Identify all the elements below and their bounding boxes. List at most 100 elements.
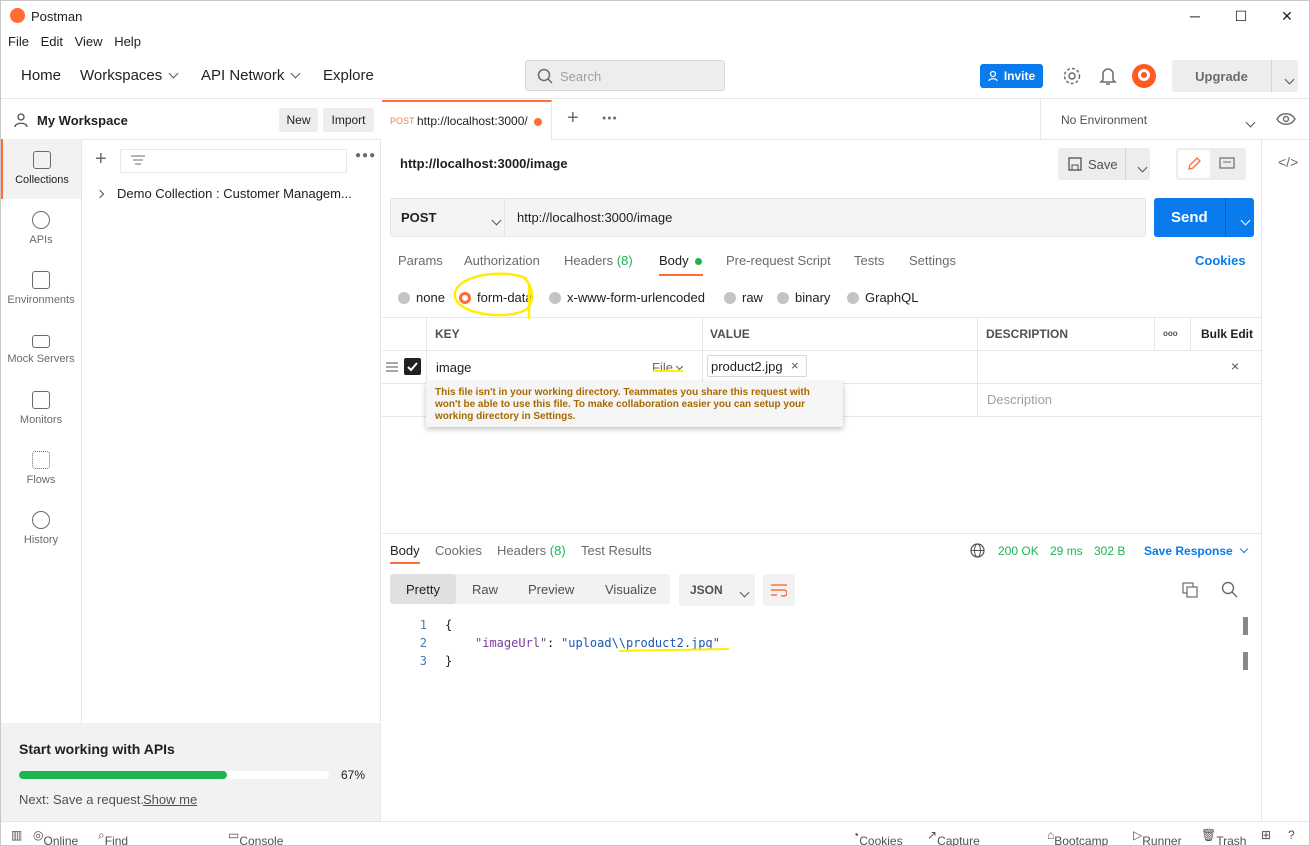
request-name[interactable]: http://localhost:3000/image xyxy=(400,156,568,171)
more-options-icon[interactable]: ●●● xyxy=(355,150,376,161)
filter-input[interactable] xyxy=(120,149,347,173)
tab-settings[interactable]: Settings xyxy=(909,253,956,268)
send-button[interactable]: Send xyxy=(1154,198,1254,237)
upgrade-button[interactable]: Upgrade xyxy=(1172,60,1298,92)
sidebar-item-history[interactable]: History xyxy=(1,499,81,559)
menu-edit[interactable]: Edit xyxy=(34,31,63,49)
nav-workspaces[interactable]: Workspaces xyxy=(80,67,179,84)
menu-file[interactable]: File xyxy=(1,31,29,49)
nav-explore[interactable]: Explore xyxy=(323,67,374,84)
response-tab-body[interactable]: Body xyxy=(390,543,420,558)
menu-view[interactable]: View xyxy=(68,31,103,49)
chevron-down-icon[interactable] xyxy=(1137,162,1148,173)
drag-handle-icon[interactable] xyxy=(386,361,398,373)
table-more-options-icon[interactable]: ooo xyxy=(1163,329,1178,338)
response-body-editor[interactable]: { "imageUrl" : "upload\\product2.jpg" } xyxy=(441,615,1248,815)
invite-button[interactable]: Invite xyxy=(980,64,1043,88)
sidebar-item-environments[interactable]: Environments xyxy=(1,259,81,319)
scrollbar-thumb[interactable] xyxy=(1243,652,1248,670)
scrollbar-thumb[interactable] xyxy=(1243,617,1248,635)
method-select[interactable]: POST xyxy=(391,199,505,236)
menu-help[interactable]: Help xyxy=(107,31,141,49)
row-enabled-checkbox[interactable] xyxy=(404,358,421,375)
capture-requests-button[interactable]: ↗ Capture requests xyxy=(927,828,980,846)
maximize-button[interactable]: ☐ xyxy=(1218,1,1264,31)
trash-button[interactable]: 🗑 Trash xyxy=(1201,828,1246,846)
new-button[interactable]: New xyxy=(279,108,318,132)
body-type-graphql[interactable]: GraphQL xyxy=(847,290,918,305)
add-collection-icon[interactable]: + xyxy=(95,148,107,171)
chevron-down-icon[interactable] xyxy=(1240,215,1251,226)
find-replace-button[interactable]: ⌕ Find and Replace xyxy=(98,828,128,846)
sidebar-item-apis[interactable]: APIs xyxy=(1,199,81,259)
import-button[interactable]: Import xyxy=(323,108,374,132)
body-type-binary[interactable]: binary xyxy=(777,290,830,305)
remove-file-icon[interactable]: × xyxy=(791,358,799,373)
new-tab-icon[interactable]: + xyxy=(567,107,579,130)
avatar[interactable] xyxy=(1131,63,1157,89)
collection-item[interactable]: Demo Collection : Customer Managem... xyxy=(95,186,352,201)
tab-headers[interactable]: Headers (8) xyxy=(564,253,633,268)
tab-body[interactable]: Body xyxy=(659,253,703,268)
tab-authorization[interactable]: Authorization xyxy=(464,253,540,268)
body-type-urlencoded[interactable]: x-www-form-urlencoded xyxy=(549,290,705,305)
edit-button[interactable] xyxy=(1178,150,1210,178)
show-me-link[interactable]: Show me xyxy=(143,792,197,807)
tab-tests[interactable]: Tests xyxy=(854,253,884,268)
response-tab-headers[interactable]: Headers (8) xyxy=(497,543,566,558)
globe-icon[interactable] xyxy=(970,543,985,558)
workspace-name[interactable]: My Workspace xyxy=(37,113,128,128)
cookies-button[interactable]: ◔ Cookies xyxy=(852,828,903,846)
format-select[interactable]: JSON xyxy=(679,574,755,606)
console-button[interactable]: ▭ Console xyxy=(228,828,283,846)
toggle-sidebar-icon[interactable]: ▥ xyxy=(11,828,22,842)
view-visualize[interactable]: Visualize xyxy=(605,582,657,597)
search-input[interactable]: Search xyxy=(525,60,725,91)
close-button[interactable]: ✕ xyxy=(1264,1,1310,31)
request-tab[interactable]: POST http://localhost:3000/ xyxy=(382,100,552,140)
minimize-button[interactable]: ─ xyxy=(1172,1,1218,31)
settings-gear-icon[interactable] xyxy=(1062,66,1082,86)
view-pretty[interactable]: Pretty xyxy=(406,582,440,597)
sidebar-item-flows[interactable]: Flows xyxy=(1,439,81,499)
key-input[interactable]: image xyxy=(436,360,471,375)
sidebar-item-collections[interactable]: Collections xyxy=(1,139,81,199)
divider xyxy=(977,317,978,417)
copy-icon[interactable] xyxy=(1182,582,1198,598)
file-chip[interactable]: product2.jpg × xyxy=(707,355,807,377)
tab-params[interactable]: Params xyxy=(398,253,443,268)
url-input[interactable]: http://localhost:3000/image xyxy=(517,210,672,225)
bulk-edit-button[interactable]: Bulk Edit xyxy=(1201,327,1253,341)
sidebar-item-monitors[interactable]: Monitors xyxy=(1,379,81,439)
body-type-raw[interactable]: raw xyxy=(724,290,763,305)
environment-select[interactable]: No Environment xyxy=(1040,100,1260,140)
delete-row-icon[interactable]: × xyxy=(1231,358,1239,374)
eye-icon[interactable] xyxy=(1276,112,1296,126)
key-type-select[interactable]: File xyxy=(652,360,683,375)
wrap-lines-button[interactable] xyxy=(763,574,795,606)
more-tabs-icon[interactable]: ●●● xyxy=(602,115,618,122)
layout-icon[interactable]: ⊞ xyxy=(1261,828,1271,842)
cookies-link[interactable]: Cookies xyxy=(1195,253,1246,268)
nav-home[interactable]: Home xyxy=(21,67,61,84)
chevron-down-icon[interactable] xyxy=(1284,74,1295,85)
code-icon[interactable]: </> xyxy=(1278,154,1298,170)
help-icon[interactable]: ? xyxy=(1288,828,1295,842)
response-tab-test-results[interactable]: Test Results xyxy=(581,543,652,558)
view-preview[interactable]: Preview xyxy=(528,582,574,597)
body-type-none[interactable]: none xyxy=(398,290,445,305)
sidebar-item-mock-servers[interactable]: Mock Servers xyxy=(1,319,81,379)
description-input[interactable]: Description xyxy=(987,392,1052,407)
save-button[interactable]: Save xyxy=(1058,148,1150,180)
notifications-bell-icon[interactable] xyxy=(1099,66,1117,86)
bootcamp-button[interactable]: ⌂ Bootcamp xyxy=(1047,828,1108,846)
search-icon[interactable] xyxy=(1221,581,1238,598)
view-raw[interactable]: Raw xyxy=(472,582,498,597)
response-tab-cookies[interactable]: Cookies xyxy=(435,543,482,558)
save-response-button[interactable]: Save Response xyxy=(1144,544,1248,558)
runner-button[interactable]: ▷ Runner xyxy=(1133,828,1182,846)
tab-prerequest-script[interactable]: Pre-request Script xyxy=(726,253,831,268)
comment-icon[interactable] xyxy=(1219,157,1235,171)
online-status[interactable]: ◎ Online xyxy=(33,828,78,846)
nav-api-network[interactable]: API Network xyxy=(201,67,301,84)
